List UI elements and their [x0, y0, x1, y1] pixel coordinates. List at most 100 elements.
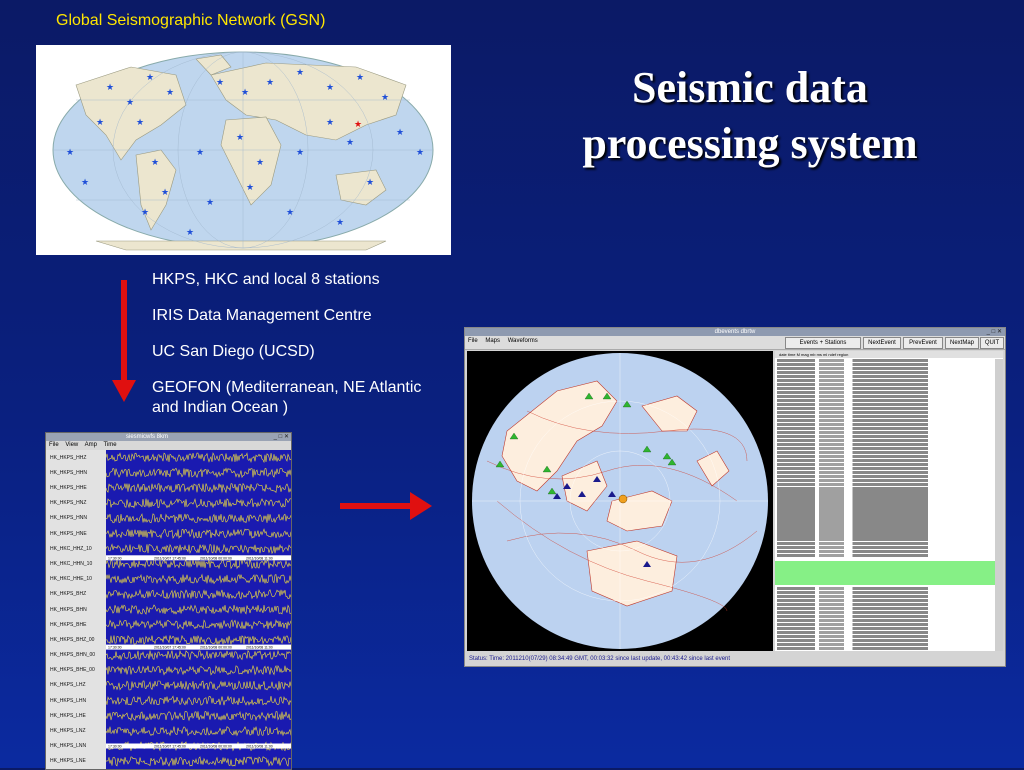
event-row[interactable]: [777, 458, 987, 462]
event-row[interactable]: [777, 406, 987, 410]
menu-waveforms[interactable]: Waveforms: [508, 338, 538, 344]
event-row[interactable]: [777, 518, 987, 522]
right-arrow-icon: [340, 492, 432, 520]
event-row[interactable]: [777, 438, 987, 442]
channel-label: HK_HKPS_LNN: [50, 743, 87, 750]
event-row[interactable]: [777, 478, 987, 482]
time-axis-label: 2011/10/07 17:45:00: [154, 646, 186, 650]
event-row[interactable]: [777, 514, 987, 518]
event-row[interactable]: [777, 498, 987, 502]
window-controls[interactable]: _ □ ✕: [987, 328, 1002, 336]
event-row[interactable]: [777, 410, 987, 414]
event-row[interactable]: [777, 510, 987, 514]
event-row[interactable]: [777, 359, 987, 363]
event-row[interactable]: [777, 382, 987, 387]
menu-file[interactable]: File: [49, 442, 59, 448]
svg-text:★: ★: [136, 118, 144, 128]
event-row[interactable]: [777, 470, 987, 474]
app-menu: File Maps Waveforms: [468, 338, 544, 344]
event-detail-row: [777, 634, 987, 638]
event-row[interactable]: [777, 374, 987, 379]
event-row[interactable]: [777, 446, 987, 450]
channel-label: HK_HKPS_LHN: [50, 697, 87, 704]
svg-text:★: ★: [186, 228, 194, 238]
event-row[interactable]: [777, 466, 987, 470]
time-axis-label: 2011/10/08 00:00:00: [200, 646, 232, 650]
svg-text:★: ★: [66, 148, 74, 158]
app-titlebar[interactable]: dbevents dbrtw _ □ ✕: [465, 328, 1005, 336]
event-row[interactable]: [777, 386, 987, 391]
event-row[interactable]: [777, 454, 987, 458]
waveform-traces[interactable]: 17:30:00 2011/10/07 17:45:00 2011/10/08 00…: [106, 450, 291, 769]
selected-event-row[interactable]: [775, 561, 1003, 585]
event-row[interactable]: [777, 482, 987, 486]
events-stations-button[interactable]: Events + Stations: [785, 337, 861, 349]
event-detail-row: [777, 642, 987, 646]
event-row[interactable]: [777, 530, 987, 534]
waveform-trace: [106, 482, 291, 494]
quit-button[interactable]: QUIT: [980, 337, 1004, 349]
event-row[interactable]: [777, 390, 987, 395]
event-row[interactable]: [777, 490, 987, 494]
event-row[interactable]: [777, 554, 987, 558]
channel-label: HK_HKPS_BHZ_00: [50, 636, 95, 643]
event-row[interactable]: [777, 494, 987, 498]
event-row[interactable]: [777, 398, 987, 403]
menu-view[interactable]: View: [65, 442, 78, 448]
event-detail-row: [777, 630, 987, 635]
waveform-titlebar[interactable]: siesmicwfs 8km _ □ ✕: [46, 433, 291, 441]
event-row[interactable]: [777, 402, 987, 407]
event-row[interactable]: [777, 450, 987, 454]
prev-event-button[interactable]: PrevEvent: [903, 337, 943, 349]
channel-label: HK_HKPS_LHZ: [50, 682, 86, 689]
event-row[interactable]: [777, 394, 987, 399]
event-row[interactable]: [777, 430, 987, 434]
event-row[interactable]: [777, 434, 987, 438]
event-row[interactable]: [777, 418, 987, 422]
menu-amp[interactable]: Amp: [85, 442, 97, 448]
event-row[interactable]: [777, 378, 987, 383]
window-controls[interactable]: _ □ ✕: [274, 433, 289, 441]
station-list: HKPS, HKC and local 8 stations IRIS Data…: [152, 270, 452, 434]
event-row[interactable]: [777, 538, 987, 542]
event-row[interactable]: [777, 462, 987, 466]
station-item: UC San Diego (UCSD): [152, 343, 315, 360]
gsn-title: Global Seismographic Network (GSN): [56, 12, 326, 29]
channel-label: HK_HKPS_BHN: [50, 606, 87, 613]
event-map-globe[interactable]: [467, 351, 773, 651]
event-row[interactable]: [777, 442, 987, 446]
waveform-trace: [106, 467, 291, 479]
next-event-button[interactable]: NextEvent: [863, 337, 901, 349]
waveform-window: siesmicwfs 8km _ □ ✕ File View Amp Time …: [45, 432, 292, 770]
event-row[interactable]: [777, 486, 987, 490]
channel-label: HK_HKPS_BHN_00: [50, 652, 96, 659]
menu-maps[interactable]: Maps: [485, 338, 500, 344]
event-row[interactable]: [777, 362, 987, 367]
station-item: HKPS, HKC and local 8 stations: [152, 271, 380, 288]
event-row[interactable]: [777, 506, 987, 510]
event-row[interactable]: [777, 534, 987, 538]
event-row[interactable]: [777, 370, 987, 375]
svg-text:★: ★: [126, 98, 134, 108]
event-row[interactable]: [777, 414, 987, 418]
waveform-trace: [106, 528, 291, 540]
event-detail-row: [777, 594, 987, 599]
event-row[interactable]: [777, 502, 987, 506]
event-list-scrollbar[interactable]: [995, 359, 1003, 651]
waveform-trace: [106, 588, 291, 600]
event-row[interactable]: [777, 426, 987, 430]
event-row[interactable]: [777, 546, 987, 550]
event-row[interactable]: [777, 474, 987, 478]
waveform-menubar: File View Amp Time: [46, 441, 291, 450]
menu-file[interactable]: File: [468, 338, 478, 344]
event-list-header: date time M mag mb ms ml ndef region: [775, 351, 1003, 358]
event-row[interactable]: [777, 522, 987, 526]
event-list-panel[interactable]: date time M mag mb ms ml ndef region: [775, 351, 1003, 651]
next-map-button[interactable]: NextMap: [945, 337, 979, 349]
event-row[interactable]: [777, 550, 987, 554]
menu-time[interactable]: Time: [104, 442, 117, 448]
event-row[interactable]: [777, 526, 987, 530]
event-row[interactable]: [777, 366, 987, 371]
event-row[interactable]: [777, 542, 987, 546]
event-row[interactable]: [777, 422, 987, 426]
